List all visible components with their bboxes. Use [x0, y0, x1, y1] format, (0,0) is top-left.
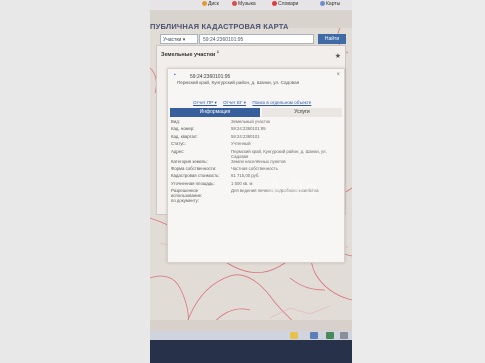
- taskbar-strip: [150, 331, 352, 340]
- parcel-marker-icon: ▪: [174, 72, 176, 78]
- bookmark-maps[interactable]: Карты: [320, 1, 340, 7]
- table-row: Кад. квартал: 59:24:2360101: [170, 134, 342, 141]
- attr-key: Кад. квартал:: [171, 133, 198, 139]
- results-panel: Земельные участки 1 ★ ▪ 59:24:2360101:95…: [156, 45, 346, 263]
- card-links: Отчет ПР ▾ Отчет ЕГ ▾ Поиск в отдельном …: [193, 100, 316, 106]
- attr-key: Разрешенное использование:: [171, 188, 203, 199]
- table-row: Вид: Земельный участок: [170, 119, 342, 126]
- map-footer: [150, 320, 352, 331]
- attr-key: Кадастровая стоимость:: [171, 173, 220, 179]
- attr-key: Категория земель:: [171, 158, 208, 164]
- taskbar-app-icon[interactable]: [290, 332, 298, 339]
- table-row: Форма собственности: Частная собственност…: [170, 166, 342, 173]
- favorite-star-icon[interactable]: ★: [335, 52, 341, 60]
- left-blur-border: [0, 0, 150, 363]
- attr-value: 59:24:2360101: [231, 133, 260, 139]
- taskbar-app-icon[interactable]: [326, 332, 334, 339]
- search-object-link[interactable]: Поиск в отдельном объекте: [252, 100, 311, 105]
- cadastral-search-input[interactable]: 59:24:2360101:95: [199, 34, 314, 44]
- attr-key: по документу:: [171, 198, 199, 204]
- panel-title: Земельные участки 1: [161, 49, 220, 58]
- attr-value: Земельный участок: [231, 119, 271, 124]
- attr-key: Вид:: [171, 119, 180, 124]
- attr-value: Земли населённых пунктов: [231, 158, 286, 164]
- maps-icon: [320, 1, 325, 7]
- report-link[interactable]: Отчет ПР ▾: [193, 100, 217, 105]
- music-icon: [232, 1, 237, 7]
- browser-bookmarks-bar: Диск Музыка Словари Карты: [150, 0, 352, 10]
- table-row: Категория земель: Земли населённых пункто…: [170, 159, 342, 166]
- page-title: ПУБЛИЧНАЯ КАДАСТРОВАЯ КАРТА: [150, 22, 289, 31]
- card-tabs: Информация Услуги: [170, 108, 342, 117]
- attr-key: Кад. номер:: [171, 126, 195, 132]
- site-header: ПУБЛИЧНАЯ КАДАСТРОВАЯ КАРТА: [150, 10, 352, 31]
- tab-information[interactable]: Информация: [170, 108, 260, 117]
- right-blur-border: [352, 0, 485, 363]
- disk-icon: [202, 1, 207, 7]
- attr-key: Форма собственности:: [171, 165, 217, 171]
- dictionary-icon: [272, 1, 277, 7]
- object-type-select[interactable]: Участки ▾: [160, 34, 198, 44]
- attr-value: Учтенный: [231, 141, 251, 147]
- find-button[interactable]: Найти: [318, 34, 346, 44]
- attr-value: Частная собственность: [231, 165, 278, 171]
- attr-key: Уточненная площадь:: [171, 180, 215, 186]
- result-count: 1: [216, 49, 220, 54]
- table-row: Кад. номер: 59:24:2360101:95: [170, 126, 342, 133]
- bookmark-disk[interactable]: Диск: [202, 1, 219, 7]
- report-eg-link[interactable]: Отчет ЕГ ▾: [223, 100, 246, 105]
- bookmark-music[interactable]: Музыка: [232, 1, 256, 7]
- tab-services[interactable]: Услуги: [262, 108, 342, 117]
- screen-photo: Диск Музыка Словари Карты ПУБЛИЧНАЯ КАДА…: [150, 0, 352, 363]
- attr-key: Адрес:: [171, 148, 185, 154]
- avito-watermark: Avito: [268, 178, 318, 200]
- taskbar-app-icon[interactable]: [340, 332, 348, 339]
- attr-key: Статус:: [171, 141, 186, 147]
- attr-value: 59:24:2360101:95: [231, 126, 266, 132]
- table-row: Статус: Учтенный: [170, 141, 342, 148]
- table-row: Адрес: Пермский край, Кунгурский район, д…: [170, 149, 342, 159]
- parcel-card: ▪ 59:24:2360101:95 × Пермский край, Кунг…: [167, 68, 345, 263]
- taskbar: [150, 331, 352, 363]
- close-icon[interactable]: ×: [336, 72, 340, 78]
- parcel-address: Пермский край, Кунгурский район, д. Шанк…: [177, 80, 300, 85]
- taskbar-app-icon[interactable]: [310, 332, 318, 339]
- bookmark-dictionaries[interactable]: Словари: [272, 1, 298, 7]
- attr-value: Пермский край, Кунгурский район, д. Шанк…: [231, 148, 327, 159]
